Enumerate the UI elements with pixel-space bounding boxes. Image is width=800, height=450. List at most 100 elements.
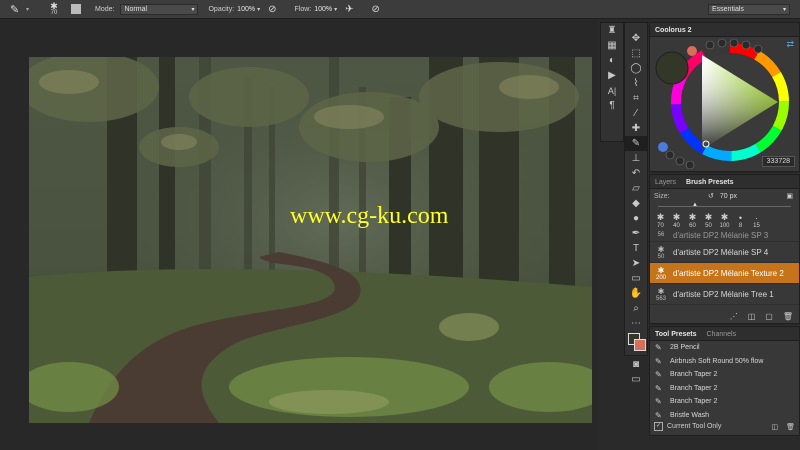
shape-icon[interactable]: ▭ — [625, 271, 647, 286]
brush-item-selected[interactable]: ✱ 200 d'artiste DP2 Mélanie Texture 2 — [650, 263, 799, 284]
tab-tool-presets[interactable]: Tool Presets — [650, 331, 702, 340]
color-wheel[interactable] — [650, 37, 799, 171]
color-swatches[interactable] — [625, 331, 647, 353]
current-tool-only-checkbox[interactable]: ✓ — [654, 422, 663, 431]
paragraph-panel-icon[interactable]: ¶ — [601, 98, 623, 113]
zoom-icon[interactable]: ⌕ — [625, 301, 647, 316]
size-slider-thumb[interactable]: ▲ — [692, 202, 698, 208]
brush-icon[interactable]: ✎ — [625, 136, 647, 151]
brush-settings-icon[interactable]: ⋰ — [730, 312, 738, 321]
tab-channels[interactable]: Channels — [702, 331, 742, 340]
swap-icon[interactable]: ⇄ — [786, 39, 794, 50]
tip-6[interactable]: · 15 — [750, 213, 763, 229]
brush-tip-icon: ✱ — [50, 1, 58, 11]
mode-value: Normal — [124, 5, 148, 13]
gradient-icon[interactable]: ◆ — [625, 196, 647, 211]
tool-preset-item[interactable]: ✎ Airbrush Soft Round 50% flow — [650, 355, 799, 369]
brush-icon: ✎ — [655, 383, 662, 393]
tool-preset-item[interactable]: ✎ Branch Taper 2 — [650, 368, 799, 382]
trash-icon[interactable]: 🗑 — [786, 423, 795, 431]
coolorus-title[interactable]: Coolorus 2 — [650, 27, 697, 36]
collapsed-panels-strip: ♜ ▦ ◐ ▶ A| ¶ — [600, 22, 624, 142]
brush-thumb: ✱ 563 — [655, 286, 666, 302]
hand-icon[interactable]: ✋ — [625, 286, 647, 301]
brush-panel-toggle-icon[interactable] — [71, 4, 82, 14]
coolorus-tabbar: Coolorus 2 — [650, 23, 799, 37]
stamp-icon[interactable]: ⊥ — [625, 151, 647, 166]
size-slider[interactable]: ▲ — [658, 202, 791, 209]
brush-presets-tabbar: Layers Brush Presets — [650, 175, 799, 189]
actions-panel-icon[interactable]: ▶ — [601, 68, 623, 83]
reset-size-icon[interactable]: ↺ — [708, 192, 714, 200]
options-bar: ✎ ▾ ✱ 70 Mode: Normal ▾ Opacity: 100% ▾ … — [0, 0, 800, 19]
airbrush-icon[interactable]: ✈ — [345, 4, 353, 15]
move-icon[interactable]: ✥ — [625, 31, 647, 46]
swatches-panel-icon[interactable]: ▦ — [601, 38, 623, 53]
flow-dropdown-icon[interactable]: ▾ — [334, 6, 337, 13]
crop-icon[interactable]: ⌗ — [625, 91, 647, 106]
type-icon[interactable]: T — [625, 241, 647, 256]
mode-select[interactable]: Normal ▾ — [120, 3, 199, 15]
new-brush-icon[interactable]: ▣ — [786, 192, 793, 200]
brush-thumb: ✱ 50 — [657, 244, 665, 260]
opacity-label: Opacity: — [208, 5, 235, 13]
trash-icon[interactable]: 🗑 — [783, 312, 793, 321]
brush-tool-icon[interactable]: ✎ — [10, 3, 26, 16]
pressure-size-icon[interactable]: ⊘ — [372, 4, 380, 15]
tip-3[interactable]: ✱ 50 — [702, 212, 715, 229]
tool-preset-item[interactable]: ✎ 2B Pencil — [650, 341, 799, 355]
brush-list: 56 d'artiste DP2 Mélanie SP 3 ✱ 50 d'arti… — [650, 229, 799, 305]
tool-preset-dropdown-icon[interactable]: ▾ — [26, 6, 29, 13]
tip-4[interactable]: ✱ 100 — [718, 212, 731, 229]
brush-item[interactable]: ✱ 563 d'artiste DP2 Mélanie Tree 1 — [650, 284, 799, 305]
tip-0[interactable]: ✱ 70 — [654, 212, 667, 229]
lasso-icon[interactable]: ◯ — [625, 61, 647, 76]
tool-preset-item[interactable]: ✎ Branch Taper 2 — [650, 382, 799, 396]
marquee-icon[interactable]: ⬚ — [625, 46, 647, 61]
tip-5[interactable]: • 8 — [734, 213, 747, 229]
screen-mode-icon[interactable]: ▭ — [625, 372, 647, 387]
tool-preset-item[interactable]: ✎ Bristle Wash — [650, 409, 799, 423]
new-preset-icon[interactable]: ▢ — [765, 312, 773, 321]
eraser-icon[interactable]: ▱ — [625, 181, 647, 196]
quick-mask-icon[interactable]: ◙ — [625, 357, 647, 372]
flow-value[interactable]: 100% — [314, 6, 332, 13]
tip-1[interactable]: ✱ 40 — [670, 212, 683, 229]
pressure-opacity-icon[interactable]: ⊘ — [268, 4, 276, 15]
history-brush-icon[interactable]: ↶ — [625, 166, 647, 181]
brush-presets-footer: ⋰ ◫ ▢ 🗑 — [730, 312, 793, 321]
background-color-swatch[interactable] — [634, 339, 646, 351]
workspace-select[interactable]: Essentials ▾ — [708, 3, 790, 15]
path-select-icon[interactable]: ➤ — [625, 256, 647, 271]
brush-presets-panel: Layers Brush Presets Size: ↺ 70 px ▣ ▲ ✱… — [649, 174, 800, 324]
brush-icon: ✎ — [655, 397, 662, 407]
current-tool-only-label: Current Tool Only — [667, 423, 722, 430]
history-panel-icon[interactable]: ♜ — [601, 23, 623, 38]
hex-readout[interactable]: 333728 — [761, 156, 795, 167]
more-icon[interactable]: ⋯ — [625, 316, 647, 331]
dodge-icon[interactable]: ● — [625, 211, 647, 226]
new-tool-preset-icon[interactable]: ◫ — [771, 423, 778, 431]
create-preset-icon[interactable]: ◫ — [748, 312, 756, 321]
tool-preset-item[interactable]: ✎ Branch Taper 2 — [650, 395, 799, 409]
tip-2[interactable]: ✱ 60 — [686, 212, 699, 229]
tab-brush-presets[interactable]: Brush Presets — [681, 179, 738, 188]
adjustments-panel-icon[interactable]: ◐ — [601, 53, 623, 68]
brush-thumb: ✱ 200 — [655, 265, 666, 281]
size-value[interactable]: 70 px — [720, 193, 737, 200]
brush-icon: ✎ — [655, 370, 662, 380]
eyedropper-icon[interactable]: ⁄ — [625, 106, 647, 121]
pen-icon[interactable]: ✒ — [625, 226, 647, 241]
opacity-dropdown-icon[interactable]: ▾ — [257, 6, 260, 13]
brush-item[interactable]: 56 d'artiste DP2 Mélanie SP 3 — [650, 229, 799, 242]
healing-icon[interactable]: ✚ — [625, 121, 647, 136]
brush-name: d'artiste DP2 Mélanie SP 4 — [673, 247, 769, 257]
painting-canvas[interactable] — [29, 57, 592, 423]
opacity-value[interactable]: 100% — [237, 6, 255, 13]
brush-item[interactable]: ✱ 50 d'artiste DP2 Mélanie SP 4 — [650, 242, 799, 263]
tab-layers[interactable]: Layers — [650, 179, 681, 188]
brush-picker[interactable]: ✱ 70 — [43, 1, 65, 17]
toolbar-grip — [625, 23, 647, 31]
character-panel-icon[interactable]: A| — [601, 83, 623, 98]
quick-select-icon[interactable]: ⌇ — [625, 76, 647, 91]
